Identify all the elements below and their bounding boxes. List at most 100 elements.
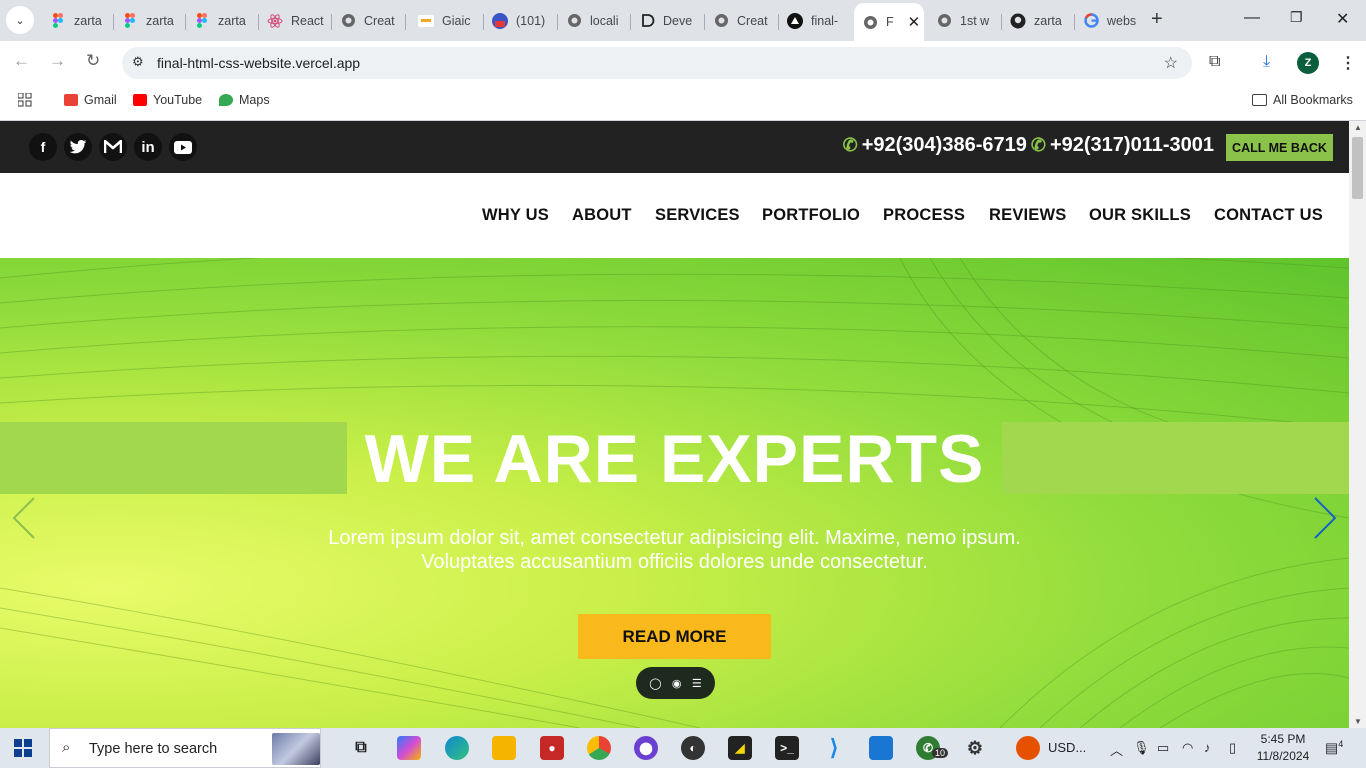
scrollbar-thumb[interactable] [1352,137,1363,199]
nav-our-skills[interactable]: OUR SKILLS [1089,206,1191,225]
browser-tab[interactable]: zarta [1002,5,1075,36]
tab-label: locali [590,13,619,28]
obs-icon[interactable]: ◐ [681,736,705,760]
browser-tab[interactable]: Creat [332,5,406,36]
taskbar-search[interactable]: ⌕ Type here to search [49,728,321,768]
currency-widget-label[interactable]: USD... [1048,740,1086,755]
close-window-button[interactable]: ✕ [1336,9,1349,29]
gmail-icon[interactable] [99,133,127,161]
tab-label: zarta [1034,13,1062,28]
download-icon[interactable]: ⤓ [1263,53,1270,71]
brave-vpn-icon[interactable]: ⬤ [634,736,658,760]
all-bookmarks[interactable]: All Bookmarks [1252,93,1353,107]
comment-icon[interactable]: ◯ [649,677,661,690]
youtube-icon[interactable] [169,133,197,161]
github-icon [1010,13,1026,29]
browser-tab[interactable]: zarta [186,5,259,36]
facebook-icon[interactable]: f [29,133,57,161]
apps-grid-icon[interactable] [18,93,32,107]
bookmark-star-icon[interactable]: ☆ [1164,53,1178,73]
task-view-icon[interactable]: ⧉ [349,736,373,760]
currency-widget-icon[interactable] [1016,736,1040,760]
nav-portfolio[interactable]: PORTFOLIO [762,206,860,225]
sticky-notes-icon[interactable]: ◢ [728,736,752,760]
file-explorer-icon[interactable] [492,736,516,760]
call-me-back-button[interactable]: CALL ME BACK [1226,134,1333,161]
new-tab-button[interactable]: + [1151,8,1163,31]
browser-tab[interactable]: 1st w [928,5,1002,36]
browser-tab[interactable]: Deve [631,5,705,36]
giaic-icon [418,13,434,29]
microphone-icon[interactable]: 🎙 [1133,740,1150,756]
linkedin-icon[interactable]: in [134,133,162,161]
site-info-icon[interactable]: ⚙ [132,54,144,70]
browser-tab[interactable]: (101) [484,5,558,36]
tab-search-button[interactable]: ⌄ [6,6,34,34]
browser-tab[interactable]: Creat [705,5,779,36]
phone-numbers: ✆ +92(304)386-6719 ✆ +92(317)011-3001 [843,134,1214,157]
restore-button[interactable]: ❐ [1290,9,1303,26]
nav-services[interactable]: SERVICES [655,206,740,225]
nav-about[interactable]: ABOUT [572,206,632,225]
vscode-icon[interactable]: ⟩ [822,735,846,760]
nav-contact-us[interactable]: CONTACT US [1214,206,1323,225]
back-icon[interactable]: ← [13,51,30,71]
address-bar[interactable]: ⚙ final-html-css-website.vercel.app ☆ [122,47,1192,79]
forward-icon[interactable]: → [49,51,66,71]
browser-tab[interactable]: Giaic [410,5,484,36]
phone-number-2[interactable]: +92(317)011-3001 [1050,134,1214,157]
read-more-button[interactable]: READ MORE [578,614,771,659]
bookmark-maps[interactable]: Maps [219,93,270,107]
browser-tab[interactable]: zarta [42,5,114,36]
phone-number-1[interactable]: +92(304)386-6719 [862,134,1027,157]
settings-icon[interactable]: ☰ [692,677,702,690]
tray-overflow-icon[interactable]: ︿ [1110,740,1123,759]
menu-icon[interactable]: ⋮ [1340,53,1356,73]
notifications-icon[interactable]: ▤4 [1325,739,1343,757]
screen-recorder-icon[interactable]: ● [540,736,564,760]
volume-icon[interactable]: ♪ [1204,740,1211,755]
display-icon[interactable]: ▯ [1229,740,1236,756]
page-viewport: f in ✆ +92(304)386-6719 ✆ +92(317)011-30… [0,121,1349,728]
search-highlight-image[interactable] [272,733,320,765]
browser-tab[interactable]: React [259,5,332,36]
carousel-prev-icon[interactable] [10,496,36,552]
minimize-button[interactable]: — [1244,9,1260,27]
terminal-icon[interactable]: >_ [775,736,799,760]
browser-tab[interactable]: webs [1075,5,1143,36]
edge-icon[interactable] [445,736,469,760]
browser-tab[interactable]: final- [779,5,853,36]
wifi-icon[interactable]: ◠ [1182,740,1193,756]
url-text[interactable]: final-html-css-website.vercel.app [157,55,360,71]
chrome-icon[interactable] [587,736,611,760]
carousel-next-icon[interactable] [1313,496,1339,552]
tab-label: (101) [516,13,546,28]
nav-why-us[interactable]: WHY US [482,206,549,225]
clock[interactable]: 5:45 PM 11/8/2024 [1255,731,1311,765]
reload-icon[interactable]: ↻ [86,51,100,71]
bookmark-youtube[interactable]: YouTube [133,93,202,107]
floating-toolbar[interactable]: ◯ ◉ ☰ [636,667,715,699]
whatsapp-badge: 10 [932,748,949,758]
nav-process[interactable]: PROCESS [883,206,965,225]
browser-tab-active[interactable]: F ✕ [854,3,924,41]
scroll-down-icon[interactable]: ▼ [1354,717,1362,726]
close-tab-icon[interactable]: ✕ [908,13,921,31]
photos-icon[interactable] [869,736,893,760]
browser-tab[interactable]: locali [558,5,631,36]
settings-gear-icon[interactable]: ⚙ [963,736,987,760]
battery-icon[interactable]: ▭ [1157,740,1169,756]
windows-start-icon[interactable] [14,739,32,757]
twitter-icon[interactable] [64,133,92,161]
globe-icon [936,13,952,29]
nav-reviews[interactable]: REVIEWS [989,206,1067,225]
maps-pin-icon [219,94,233,106]
profile-avatar[interactable]: Z [1297,52,1319,74]
browser-tab[interactable]: zarta [114,5,186,36]
scroll-up-icon[interactable]: ▲ [1354,123,1362,132]
page-scrollbar[interactable]: ▲ ▼ [1349,121,1366,728]
bookmark-gmail[interactable]: Gmail [64,93,117,107]
extensions-icon[interactable]: ⧉ [1209,53,1220,71]
view-icon[interactable]: ◉ [672,677,682,690]
copilot-icon[interactable] [397,736,421,760]
